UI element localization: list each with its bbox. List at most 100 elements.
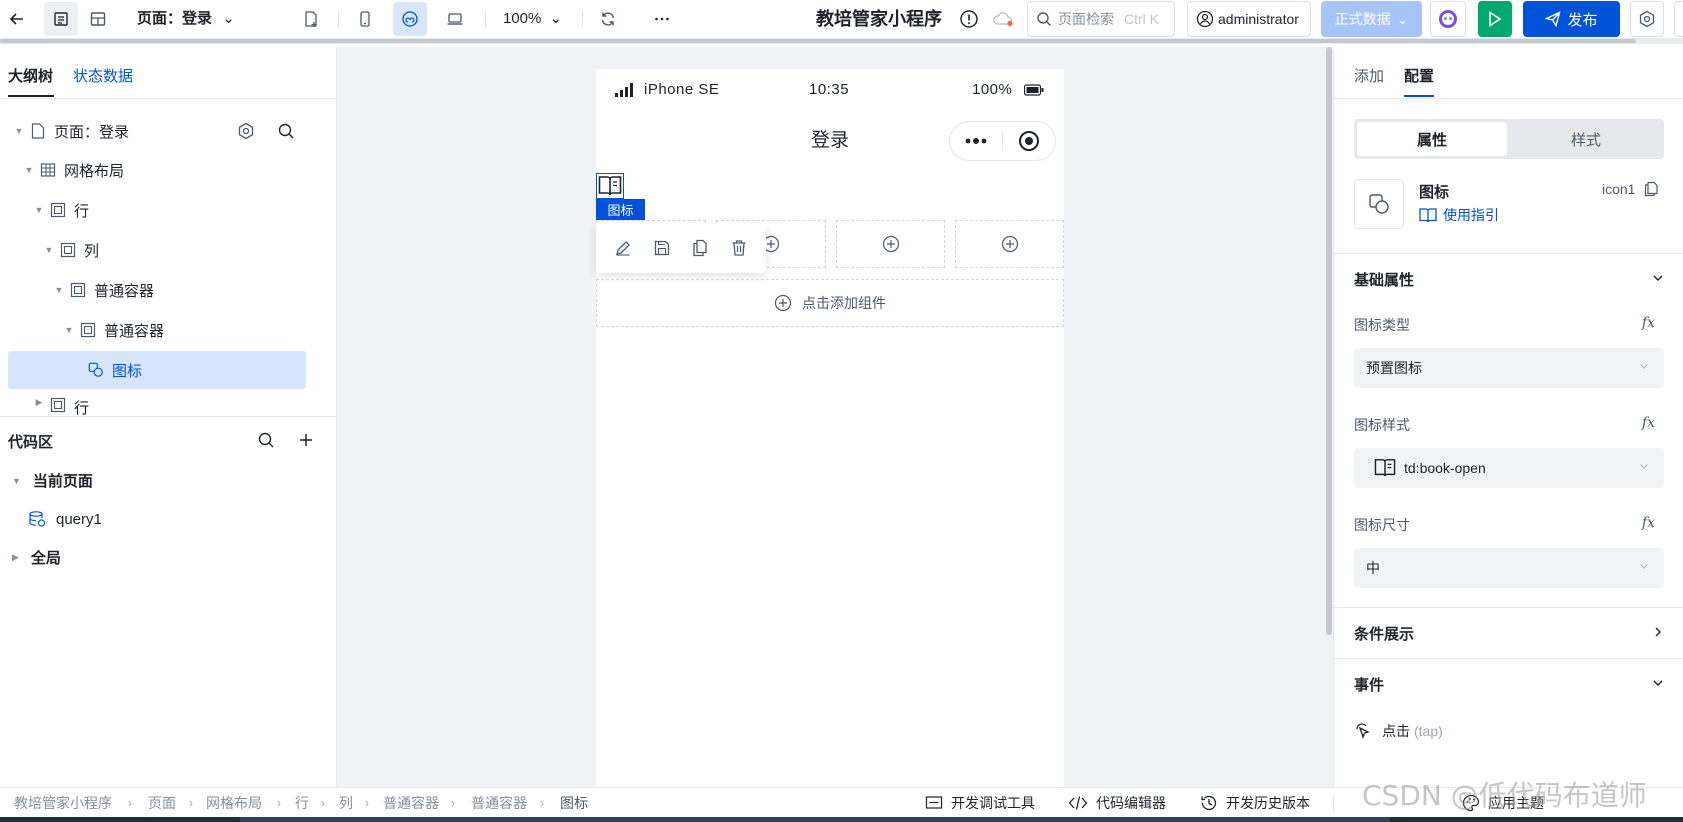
caret-down-icon: ▼ <box>44 245 54 255</box>
basic-properties-title[interactable]: 基础属性 <box>1354 269 1414 290</box>
global-group[interactable]: ▶ 全局 <box>12 547 61 568</box>
grid-cell[interactable] <box>955 220 1064 268</box>
copy-icon[interactable] <box>1643 181 1659 197</box>
tree-node-container[interactable]: ▼ 普通容器 <box>8 271 306 309</box>
chevron-right-icon[interactable] <box>1651 625 1665 639</box>
tab-state-data[interactable]: 状态数据 <box>73 65 133 86</box>
delete-trash-icon[interactable] <box>730 239 748 257</box>
breadcrumb-item[interactable]: 网格布局 <box>206 788 262 818</box>
sub-tab-style[interactable]: 样式 <box>1511 122 1661 156</box>
database-query-icon <box>28 510 46 528</box>
zoom-select[interactable]: 100% ⌄ <box>503 0 562 38</box>
canvas-scrollbar[interactable] <box>1326 47 1332 635</box>
settings-icon[interactable] <box>1630 1 1664 37</box>
ai-assistant-icon[interactable] <box>1430 1 1466 37</box>
history-versions-button[interactable]: 开发历史版本 <box>1200 788 1310 818</box>
toolbar-scrollbar-thumb[interactable] <box>0 39 1636 43</box>
add-circle-icon[interactable] <box>1001 235 1019 253</box>
tab-add[interactable]: 添加 <box>1354 65 1384 86</box>
save-icon[interactable] <box>653 239 671 257</box>
page-settings-icon[interactable] <box>237 122 255 140</box>
icon-style-select[interactable]: td:book-open <box>1354 448 1664 488</box>
edit-pencil-icon[interactable] <box>614 239 632 257</box>
tab-config[interactable]: 配置 <box>1404 65 1434 86</box>
user-menu[interactable]: administrator <box>1187 1 1311 37</box>
breadcrumb-separator-icon: › <box>128 796 132 810</box>
layout-view-icon[interactable] <box>81 2 115 36</box>
event-tap-item[interactable]: 点击 (tap) <box>1354 721 1443 741</box>
search-icon <box>1036 11 1052 27</box>
current-page-group[interactable]: ▼ 当前页面 <box>12 470 93 491</box>
tree-node-icon-selected[interactable]: 图标 <box>8 351 306 389</box>
usage-guide-label: 使用指引 <box>1443 207 1499 223</box>
tab-outline-tree[interactable]: 大纲树 <box>8 65 53 86</box>
code-search-icon[interactable] <box>257 431 275 449</box>
fx-icon[interactable]: fx <box>1642 415 1655 431</box>
usage-guide-link[interactable]: 使用指引 <box>1419 205 1499 225</box>
more-icon[interactable] <box>645 2 679 36</box>
code-editor-button[interactable]: 代码编辑器 <box>1068 788 1166 818</box>
capsule-close-icon[interactable] <box>1003 130 1055 152</box>
capsule-menu[interactable] <box>949 121 1056 161</box>
breadcrumb-item[interactable]: 普通容器 <box>471 788 527 818</box>
tree-node-row[interactable]: ▶ 行 <box>8 391 306 418</box>
history-clock-icon <box>1201 795 1217 811</box>
back-arrow-icon[interactable] <box>0 2 34 36</box>
conditional-display-title[interactable]: 条件展示 <box>1354 623 1414 644</box>
breadcrumb-item[interactable]: 行 <box>295 788 309 818</box>
tree-node-container[interactable]: ▼ 普通容器 <box>8 311 306 349</box>
chevron-down-icon[interactable] <box>1651 271 1665 285</box>
copy-icon[interactable] <box>691 239 709 257</box>
chevron-down-icon[interactable] <box>1651 676 1665 690</box>
book-open-icon[interactable] <box>596 173 624 199</box>
icon-type-select[interactable]: 预置图标 <box>1354 348 1664 388</box>
add-circle-icon[interactable] <box>882 235 900 253</box>
breadcrumb-item[interactable]: 页面 <box>148 788 176 818</box>
tabs-divider <box>0 98 336 99</box>
miniprogram-device-icon[interactable] <box>393 2 427 36</box>
tree-node-page[interactable]: ▼ 页面：登录 <box>8 112 306 150</box>
new-page-icon[interactable] <box>294 2 328 36</box>
outline-view-icon[interactable] <box>44 2 78 36</box>
tree-node-column[interactable]: ▼ 列 <box>8 231 306 269</box>
icon-size-value: 中 <box>1366 560 1380 576</box>
breadcrumb-item[interactable]: 普通容器 <box>383 788 439 818</box>
add-code-icon[interactable] <box>297 431 315 449</box>
breadcrumb-item[interactable]: 列 <box>339 788 353 818</box>
page-search-box[interactable]: 页面检索 Ctrl K <box>1027 1 1175 37</box>
fx-icon[interactable]: fx <box>1642 315 1655 331</box>
tree-search-icon[interactable] <box>277 122 295 140</box>
refresh-icon[interactable] <box>591 2 625 36</box>
icon-size-select[interactable]: 中 <box>1354 548 1664 588</box>
desktop-device-icon[interactable] <box>438 2 472 36</box>
query-item[interactable]: query1 <box>28 510 102 528</box>
chevron-down-icon: ⌄ <box>549 10 563 27</box>
phone-preview: iPhone SE 10:35 100% 登录 图标 点击添加组件 <box>596 69 1064 787</box>
events-title[interactable]: 事件 <box>1354 674 1384 695</box>
grid-cell[interactable] <box>836 220 945 268</box>
breadcrumb-item[interactable]: 教培管家小程序 <box>14 788 112 818</box>
status-bar-time: 10:35 <box>809 81 850 98</box>
preview-play-button[interactable] <box>1478 1 1512 37</box>
device-name: iPhone SE <box>644 81 720 98</box>
env-data-select[interactable]: 正式数据 ⌄ <box>1321 1 1422 37</box>
capsule-more-icon[interactable] <box>950 137 1002 145</box>
breadcrumb-current[interactable]: 图标 <box>560 788 588 818</box>
code-area-title: 代码区 <box>8 434 54 451</box>
add-component-area[interactable]: 点击添加组件 <box>596 279 1064 327</box>
design-canvas[interactable]: iPhone SE 10:35 100% 登录 图标 点击添加组件 <box>337 47 1333 787</box>
grid-icon <box>40 162 56 178</box>
info-icon[interactable] <box>952 2 986 36</box>
publish-button[interactable]: 发布 <box>1523 1 1620 37</box>
tree-node-row[interactable]: ▼ 行 <box>8 191 306 229</box>
dev-tools-button[interactable]: 开发调试工具 <box>925 788 1035 818</box>
cloud-sync-icon[interactable] <box>986 2 1020 36</box>
mobile-device-icon[interactable] <box>348 2 382 36</box>
sub-tab-properties[interactable]: 属性 <box>1357 122 1507 156</box>
page-selector[interactable]: 页面：登录 ⌄ <box>137 0 235 38</box>
toolbar-scrollbar[interactable] <box>0 38 1683 44</box>
tree-node-label: 网格布局 <box>64 162 125 180</box>
tree-node-grid-layout[interactable]: ▼ 网格布局 <box>8 151 306 189</box>
fx-icon[interactable]: fx <box>1642 515 1655 531</box>
caret-right-icon: ▶ <box>35 396 43 407</box>
